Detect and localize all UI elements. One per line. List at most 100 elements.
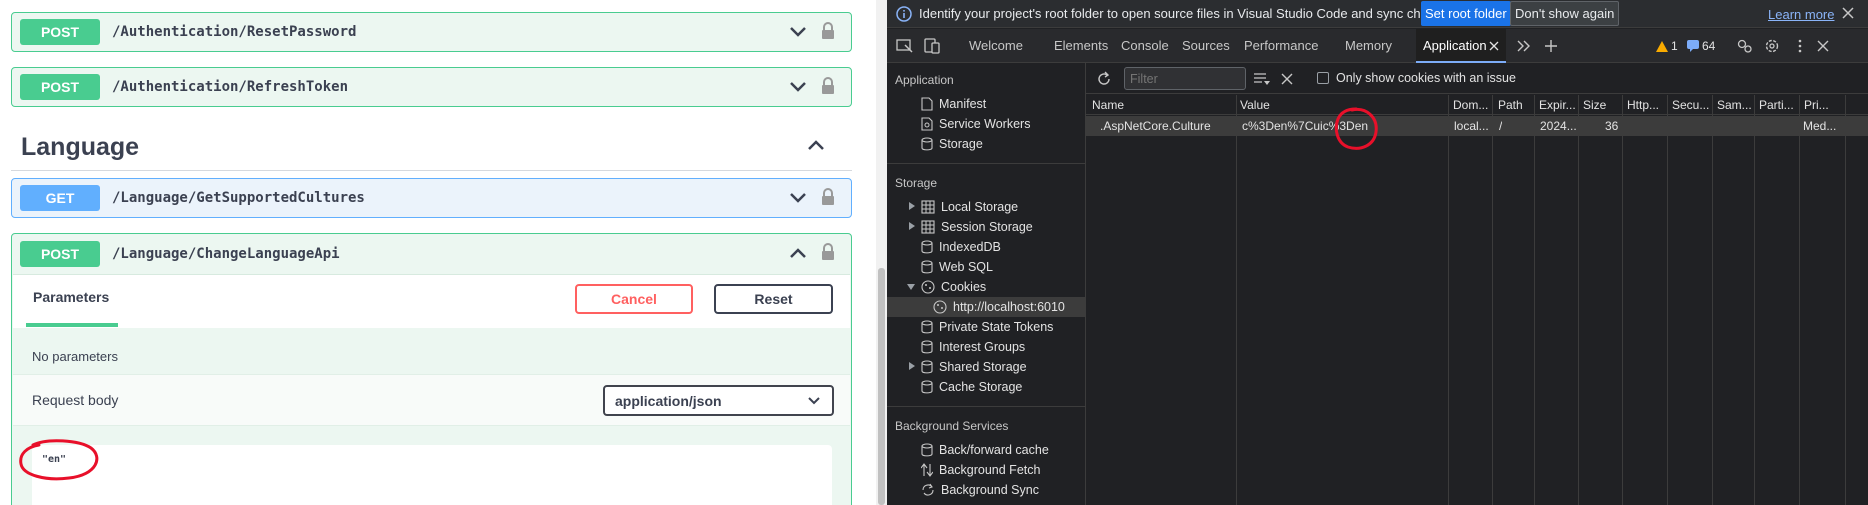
operation-get-supported-cultures[interactable]: GET /Language/GetSupportedCultures [11, 178, 852, 218]
tab-sources[interactable]: Sources [1182, 29, 1230, 63]
close-tab-icon[interactable] [1488, 40, 1500, 52]
operation-reset-password[interactable]: POST /Authentication/ResetPassword [11, 12, 852, 52]
filter-input[interactable] [1124, 67, 1246, 90]
column-header-partition[interactable]: Parti... [1759, 98, 1794, 112]
collapse-arrow-icon[interactable] [907, 283, 915, 291]
sidebar-item-web-sql[interactable]: Web SQL [921, 257, 993, 277]
devtools-panel: Identify your project's root folder to o… [887, 0, 1868, 505]
info-icon [896, 5, 912, 22]
lock-icon[interactable] [821, 188, 835, 206]
sidebar-item-back-forward-cache[interactable]: Back/forward cache [921, 440, 1049, 460]
set-root-folder-button[interactable]: Set root folder [1421, 1, 1511, 26]
column-header-path[interactable]: Path [1498, 98, 1523, 112]
column-header-size[interactable]: Size [1583, 98, 1606, 112]
tab-elements[interactable]: Elements [1054, 29, 1108, 63]
plus-icon[interactable] [1542, 38, 1560, 54]
column-divider [1754, 95, 1755, 505]
tab-performance[interactable]: Performance [1244, 29, 1318, 63]
sidebar-heading-storage: Storage [895, 176, 938, 190]
column-header-value[interactable]: Value [1240, 98, 1270, 112]
sidebar-item-manifest[interactable]: Manifest [921, 94, 986, 114]
database-icon [921, 260, 933, 274]
column-header-priority[interactable]: Pri... [1804, 98, 1829, 112]
tab-application[interactable]: Application [1416, 29, 1506, 63]
column-divider [1799, 95, 1800, 505]
more-options-icon[interactable] [1791, 38, 1809, 54]
tab-console[interactable]: Console [1121, 29, 1169, 63]
chevron-down-icon[interactable] [789, 80, 807, 94]
lock-icon[interactable] [821, 77, 835, 95]
sidebar-item-indexeddb[interactable]: IndexedDB [921, 237, 1001, 257]
cookies-panel: Only show cookies with an issue Name Val… [1086, 63, 1868, 505]
learn-more-link[interactable]: Learn more [1768, 7, 1834, 22]
content-type-select[interactable]: application/json [603, 385, 834, 416]
tab-parameters[interactable]: Parameters [33, 289, 109, 305]
column-header-expires[interactable]: Expir... [1539, 98, 1576, 112]
expand-arrow-icon[interactable] [908, 222, 916, 230]
only-issues-checkbox[interactable] [1317, 72, 1329, 84]
scrollbar-thumb[interactable] [878, 268, 885, 505]
customize-icon[interactable] [1736, 38, 1754, 54]
column-divider [1712, 95, 1713, 505]
sidebar-item-label: Background Fetch [939, 463, 1041, 477]
operation-path: /Authentication/RefreshToken [112, 79, 349, 95]
gear-icon[interactable] [1763, 38, 1781, 54]
sidebar-item-cookies[interactable]: Cookies [921, 277, 986, 297]
column-header-samesite[interactable]: Sam... [1717, 98, 1752, 112]
cancel-button[interactable]: Cancel [575, 284, 693, 314]
warnings-badge[interactable]: 1 [1656, 37, 1678, 55]
lock-icon[interactable] [821, 243, 835, 261]
sidebar-item-session-storage[interactable]: Session Storage [921, 217, 1033, 237]
tab-welcome[interactable]: Welcome [969, 29, 1023, 63]
sidebar-item-background-fetch[interactable]: Background Fetch [921, 460, 1040, 480]
column-header-domain[interactable]: Dom... [1453, 98, 1488, 112]
sidebar-item-interest-groups[interactable]: Interest Groups [921, 337, 1025, 357]
operation-change-language-api: POST /Language/ChangeLanguageApi Paramet… [11, 233, 852, 505]
sidebar-item-local-storage[interactable]: Local Storage [921, 197, 1018, 217]
operation-refresh-token[interactable]: POST /Authentication/RefreshToken [11, 67, 852, 107]
expand-arrow-icon[interactable] [908, 202, 916, 210]
column-header-httponly[interactable]: Http... [1627, 98, 1659, 112]
operation-header[interactable]: POST /Language/ChangeLanguageApi [12, 234, 851, 274]
sidebar-item-cookie-origin[interactable]: http://localhost:6010 [887, 297, 1085, 317]
operation-path: /Authentication/ResetPassword [112, 24, 357, 40]
close-devtools-icon[interactable] [1814, 38, 1832, 54]
request-body-editor[interactable]: "en" [32, 445, 832, 505]
reset-button[interactable]: Reset [714, 284, 833, 314]
sidebar-item-service-workers[interactable]: Service Workers [921, 114, 1030, 134]
column-header-secure[interactable]: Secu... [1672, 98, 1709, 112]
tab-memory[interactable]: Memory [1345, 29, 1392, 63]
cookie-table: Name Value Dom... Path Expir... Size Htt… [1086, 95, 1868, 505]
cookie-name: .AspNetCore.Culture [1100, 119, 1211, 133]
inspect-element-icon[interactable] [896, 38, 914, 54]
filter-options-icon[interactable] [1252, 70, 1272, 88]
section-title[interactable]: Language [21, 133, 139, 162]
column-divider [1236, 95, 1237, 505]
refresh-icon[interactable] [1095, 70, 1113, 88]
sidebar-item-private-state-tokens[interactable]: Private State Tokens [921, 317, 1053, 337]
method-badge: POST [20, 19, 100, 45]
chevron-down-icon[interactable] [789, 25, 807, 39]
lock-icon[interactable] [821, 22, 835, 40]
table-row[interactable]: .AspNetCore.Culture c%3Den%7Cuic%3Den lo… [1086, 116, 1868, 136]
sidebar-item-background-sync[interactable]: Background Sync [921, 480, 1039, 500]
dont-show-again-button[interactable]: Don't show again [1510, 1, 1620, 26]
messages-badge[interactable]: 64 [1687, 37, 1715, 55]
more-tabs-icon[interactable] [1515, 38, 1533, 54]
sidebar-item-cache-storage[interactable]: Cache Storage [921, 377, 1022, 397]
chevron-up-icon[interactable] [806, 138, 826, 152]
device-toolbar-icon[interactable] [923, 38, 941, 54]
sidebar-item-shared-storage[interactable]: Shared Storage [921, 357, 1027, 377]
clear-icon[interactable] [1280, 72, 1294, 86]
sidebar-item-storage[interactable]: Storage [921, 134, 983, 154]
close-icon[interactable] [1841, 6, 1855, 20]
table-icon [921, 200, 935, 214]
expand-arrow-icon[interactable] [908, 362, 916, 370]
column-divider [1578, 95, 1579, 505]
sidebar-item-label: Interest Groups [939, 340, 1026, 354]
chevron-up-icon[interactable] [789, 246, 807, 260]
column-divider [1534, 95, 1535, 505]
chevron-down-icon[interactable] [789, 191, 807, 205]
column-header-name[interactable]: Name [1092, 98, 1124, 112]
operation-path: /Language/ChangeLanguageApi [112, 246, 340, 262]
